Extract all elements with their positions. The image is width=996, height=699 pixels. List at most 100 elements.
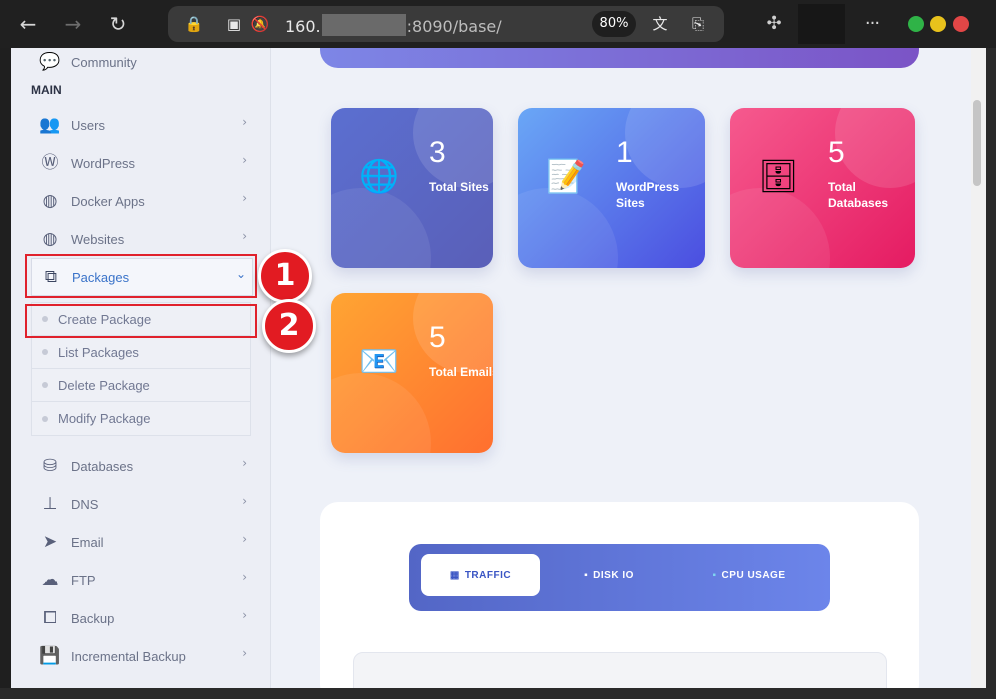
chevron-right-icon: › xyxy=(242,494,247,508)
globe-icon: ◍ xyxy=(42,229,58,249)
card-decoration xyxy=(331,188,431,268)
window-edge xyxy=(986,48,996,699)
sidebar-item-ftp[interactable]: ☁ FTP › xyxy=(25,562,253,598)
stat-value: 5 xyxy=(429,321,446,354)
translate-icon[interactable]: 文 xyxy=(650,14,670,34)
chart-container xyxy=(353,652,887,688)
sidebar-section-main: MAIN xyxy=(31,83,62,97)
file-cabinet-icon: 🗄 xyxy=(758,157,799,195)
database-icon: ⛁ xyxy=(42,456,58,476)
chevron-right-icon: › xyxy=(242,608,247,622)
address-bar[interactable]: 🔒 ▣ 🔕 160.:8090/base/ 80% 文 ⎘ xyxy=(168,6,724,42)
scrollbar-thumb[interactable] xyxy=(973,100,981,186)
stat-label: WordPress Sites xyxy=(616,180,680,210)
chevron-right-icon: › xyxy=(242,646,247,660)
sidebar-item-websites[interactable]: ◍ Websites › xyxy=(25,221,253,257)
email-icon: 📧 xyxy=(359,342,399,380)
page-content: 💬 Community MAIN 👥 Users › Ⓦ WordPress ›… xyxy=(11,48,986,688)
highlight-box-packages xyxy=(25,254,257,298)
card-decoration xyxy=(835,108,915,188)
bullet-dot xyxy=(42,349,48,355)
sidebar-item-community[interactable]: 💬 Community xyxy=(25,48,253,80)
step-badge-2: 2 xyxy=(262,299,316,353)
more-menu-icon[interactable]: ··· xyxy=(858,10,886,38)
paper-plane-icon: ➤ xyxy=(42,532,58,552)
disk-icon: ▪ xyxy=(584,569,589,581)
stat-value: 1 xyxy=(616,136,633,169)
chevron-right-icon: › xyxy=(242,191,247,205)
sidebar-item-email[interactable]: ➤ Email › xyxy=(25,524,253,560)
stat-card-wordpress-sites[interactable]: 📝 1 WordPress Sites xyxy=(518,108,705,268)
sidebar-item-databases[interactable]: ⛁ Databases › xyxy=(25,448,253,484)
comments-icon: 💬 xyxy=(39,52,61,72)
card-decoration xyxy=(413,108,493,188)
sidebar-item-dns[interactable]: ⊥ DNS › xyxy=(25,486,253,522)
submenu-item-list-packages[interactable]: List Packages xyxy=(32,336,250,369)
sidebar-item-backup[interactable]: ⧠ Backup › xyxy=(25,600,253,636)
zoom-level[interactable]: 80% xyxy=(592,11,636,37)
stat-value: 5 xyxy=(828,136,845,169)
stat-card-total-databases[interactable]: 🗄 5 Total Databases xyxy=(730,108,915,268)
url-text[interactable]: 160.:8090/base/ xyxy=(285,14,502,37)
document-pen-icon: 📝 xyxy=(546,157,586,195)
submenu-item-delete-package[interactable]: Delete Package xyxy=(32,369,250,402)
chevron-right-icon: › xyxy=(242,532,247,546)
reload-icon[interactable]: ↻ xyxy=(104,10,132,38)
submenu-item-modify-package[interactable]: Modify Package xyxy=(32,402,250,435)
bullet-dot xyxy=(42,382,48,388)
save-icon: 💾 xyxy=(39,646,61,666)
browser-toolbar: ← → ↻ 🔒 ▣ 🔕 160.:8090/base/ 80% 文 ⎘ ✣ ··… xyxy=(0,0,996,48)
card-decoration xyxy=(331,373,431,453)
header-banner xyxy=(320,48,919,68)
highlight-box-create-package xyxy=(25,304,257,338)
extensions-icon[interactable]: ✣ xyxy=(762,12,786,36)
window-maximize-button[interactable] xyxy=(908,16,924,32)
globe-icon: ◍ xyxy=(42,191,58,211)
forward-arrow-icon[interactable]: → xyxy=(59,10,87,38)
sitemap-icon: ⊥ xyxy=(42,494,58,514)
users-icon: 👥 xyxy=(39,115,61,135)
bullet-dot xyxy=(42,415,48,422)
lock-icon[interactable]: 🔒 xyxy=(184,14,204,34)
stat-label: Total Emails xyxy=(429,365,493,379)
card-decoration xyxy=(730,188,830,268)
window-minimize-button[interactable] xyxy=(930,16,946,32)
card-decoration xyxy=(625,108,705,188)
stat-card-total-emails[interactable]: 📧 5 Total Emails xyxy=(331,293,493,453)
chevron-right-icon: › xyxy=(242,456,247,470)
tab-cpu-usage[interactable]: ▪ CPU USAGE xyxy=(699,554,799,596)
cpu-icon: ▪ xyxy=(712,569,717,581)
site-info-icon[interactable]: ▣ xyxy=(224,14,244,34)
sidebar-item-incremental-backup[interactable]: 💾 Incremental Backup › xyxy=(25,638,253,674)
card-decoration xyxy=(518,188,618,268)
stat-label: Total Databases xyxy=(828,180,889,210)
stat-value: 3 xyxy=(429,136,446,169)
sidebar-item-docker-apps[interactable]: ◍ Docker Apps › xyxy=(25,183,253,219)
usage-tabs: ▦ TRAFFIC ▪ DISK IO ▪ CPU USAGE xyxy=(409,544,830,611)
copy-icon: ⧠ xyxy=(43,608,57,628)
tab-disk-io[interactable]: ▪ DISK IO xyxy=(569,554,649,596)
tab-traffic[interactable]: ▦ TRAFFIC xyxy=(421,554,540,596)
sidebar-item-users[interactable]: 👥 Users › xyxy=(25,107,253,143)
sidebar-item-wordpress[interactable]: Ⓦ WordPress › xyxy=(25,145,253,181)
sidebar: 💬 Community MAIN 👥 Users › Ⓦ WordPress ›… xyxy=(11,48,271,688)
card-decoration xyxy=(413,293,493,373)
notifications-off-icon[interactable]: 🔕 xyxy=(250,14,270,34)
chevron-right-icon: › xyxy=(242,115,247,129)
window-edge xyxy=(0,688,996,699)
profile-avatar[interactable] xyxy=(798,4,845,44)
chevron-right-icon: › xyxy=(242,153,247,167)
chevron-right-icon: › xyxy=(242,570,247,584)
globe-icon: 🌐 xyxy=(359,157,399,195)
chevron-right-icon: › xyxy=(242,229,247,243)
chart-icon: ▦ xyxy=(449,569,460,581)
bookmark-icon[interactable]: ⎘ xyxy=(688,14,708,34)
stat-label: Total Sites xyxy=(429,180,489,194)
window-close-button[interactable] xyxy=(953,16,969,32)
back-arrow-icon[interactable]: ← xyxy=(14,10,42,38)
step-badge-1: 1 xyxy=(258,249,312,303)
wordpress-icon: Ⓦ xyxy=(41,153,59,173)
stat-card-total-sites[interactable]: 🌐 3 Total Sites xyxy=(331,108,493,268)
url-redaction xyxy=(321,14,406,36)
cloud-upload-icon: ☁ xyxy=(41,570,59,590)
